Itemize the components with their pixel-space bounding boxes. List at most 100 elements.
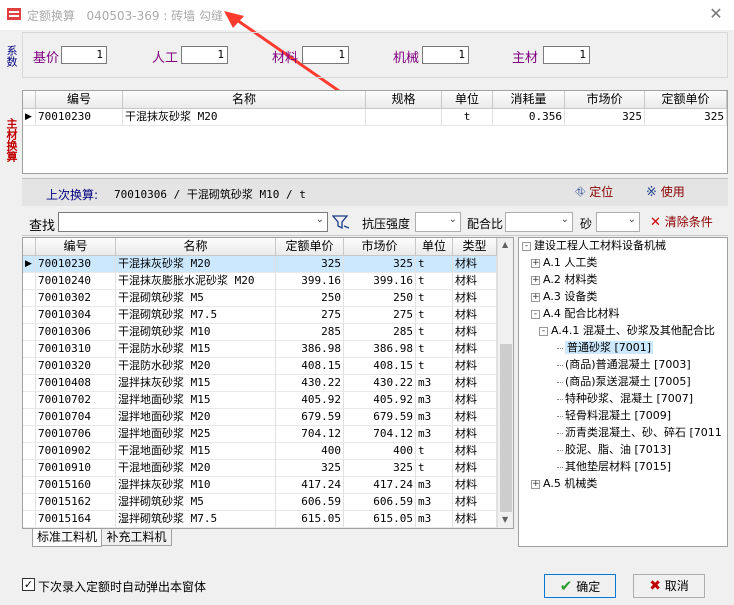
tab-main-material[interactable]: 主材换算 <box>1 115 18 165</box>
cell-quota-price: 679.59 <box>276 409 344 425</box>
header-unit[interactable]: 单位 <box>416 238 453 255</box>
expand-icon[interactable]: + <box>531 292 540 302</box>
header-spec[interactable]: 规格 <box>366 91 442 108</box>
search-label: 查找 <box>29 219 56 234</box>
coef-main-input[interactable]: 1 <box>543 46 590 64</box>
main-grid-corner <box>23 91 36 108</box>
tree-item[interactable]: + A.5 机械类 <box>531 476 597 492</box>
row-selector <box>23 324 36 340</box>
header-name[interactable]: 名称 <box>123 91 366 108</box>
cell-code: 70010320 <box>36 358 116 374</box>
table-row[interactable]: 70010702 湿拌地面砂浆 M15 405.92 405.92 m3 材料 <box>23 392 497 409</box>
coef-labor-input[interactable]: 1 <box>181 46 228 64</box>
cell-market-price: 615.05 <box>344 511 416 527</box>
tree-item[interactable]: 轻骨料混凝土 [7009] <box>557 408 671 424</box>
header-code[interactable]: 编号 <box>36 91 123 108</box>
table-row[interactable]: 70010902 干混地面砂浆 M15 400 400 t 材料 <box>23 443 497 460</box>
table-row[interactable]: ▶ 70010230 干混抹灰砂浆 M20 325 325 t 材料 <box>23 256 497 273</box>
clear-filters-button[interactable]: ✕ 清除条件 <box>650 213 726 231</box>
table-row[interactable]: 70010910 干混地面砂浆 M20 325 325 t 材料 <box>23 460 497 477</box>
chevron-down-icon[interactable]: ⌄ <box>316 214 324 225</box>
table-row[interactable]: 70010306 干混砌筑砂浆 M10 285 285 t 材料 <box>23 324 497 341</box>
cell-type: 材料 <box>453 324 497 340</box>
cancel-button[interactable]: ✖ 取消 <box>633 574 705 598</box>
collapse-icon[interactable]: - <box>539 326 548 336</box>
tree-item[interactable]: 胶泥、脂、油 [7013] <box>557 442 671 458</box>
scroll-thumb[interactable] <box>500 344 512 512</box>
header-unit[interactable]: 单位 <box>442 91 493 108</box>
coef-material-input[interactable]: 1 <box>302 46 349 64</box>
tree-item-label: (商品)泵送混凝土 [7005] <box>565 375 691 388</box>
header-type[interactable]: 类型 <box>453 238 497 255</box>
cell-market-price: 285 <box>344 324 416 340</box>
close-button[interactable]: ✕ <box>706 4 726 24</box>
locate-button[interactable]: ⛗ 定位 <box>575 183 623 201</box>
sand-select[interactable]: ⌄ <box>596 212 640 232</box>
tab-standard-materials[interactable]: 标准工料机 <box>32 529 102 547</box>
app-icon <box>7 8 21 20</box>
expand-icon[interactable]: + <box>531 275 540 285</box>
header-quota-price[interactable]: 定额单价 <box>645 91 727 108</box>
header-name[interactable]: 名称 <box>116 238 276 255</box>
material-grid-header: 编号 名称 定额单价 市场价 单位 类型 <box>23 238 497 256</box>
tree-item[interactable]: (商品)泵送混凝土 [7005] <box>557 374 691 390</box>
table-row[interactable]: 70010408 湿拌抹灰砂浆 M15 430.22 430.22 m3 材料 <box>23 375 497 392</box>
category-tree: - 建设工程人工材料设备机械 + A.1 人工类 + A.2 材料类 + A.3 设备类 - A… <box>518 237 728 547</box>
search-input[interactable]: ⌄ <box>58 212 328 232</box>
table-row[interactable]: 70010704 湿拌地面砂浆 M20 679.59 679.59 m3 材料 <box>23 409 497 426</box>
vertical-scrollbar[interactable]: ▲ ▼ <box>497 238 513 528</box>
cell-unit: m3 <box>416 392 453 408</box>
cell-market-price: 325 <box>344 256 416 272</box>
scroll-down-icon[interactable]: ▼ <box>502 515 508 524</box>
strength-select[interactable]: ⌄ <box>415 212 461 232</box>
coef-machine-input[interactable]: 1 <box>422 46 469 64</box>
table-row[interactable]: 70010706 湿拌地面砂浆 M25 704.12 704.12 m3 材料 <box>23 426 497 443</box>
cancel-label: 取消 <box>664 579 689 593</box>
tab-coefficients[interactable]: 系数 <box>1 42 18 70</box>
header-consumption[interactable]: 消耗量 <box>493 91 565 108</box>
cell-type: 材料 <box>453 392 497 408</box>
scroll-up-icon[interactable]: ▲ <box>502 240 508 249</box>
tree-item[interactable]: + A.2 材料类 <box>531 272 597 288</box>
tree-item[interactable]: 特种砂浆、混凝土 [7007] <box>557 391 693 407</box>
tree-connector <box>557 364 563 366</box>
cell-quota-price: 399.16 <box>276 273 344 289</box>
cell-quota-price: 615.05 <box>276 511 344 527</box>
cell-name: 干混地面砂浆 M15 <box>116 443 276 459</box>
tree-item[interactable]: 沥青类混凝土、砂、碎石 [7011 <box>557 425 722 441</box>
tree-item[interactable]: + A.1 人工类 <box>531 255 597 271</box>
ratio-select[interactable]: ⌄ <box>505 212 573 232</box>
filter-icon[interactable] <box>332 214 350 230</box>
table-row[interactable]: 70010240 干混抹灰膨胀水泥砂浆 M20 399.16 399.16 t 材料 <box>23 273 497 290</box>
tree-item[interactable]: 其他垫层材料 [7015] <box>557 459 671 475</box>
header-market-price[interactable]: 市场价 <box>344 238 416 255</box>
header-code[interactable]: 编号 <box>36 238 116 255</box>
expand-icon[interactable]: + <box>531 479 540 489</box>
ok-button[interactable]: ✔ 确定 <box>544 574 616 598</box>
tree-item[interactable]: - A.4 配合比材料 <box>531 306 619 322</box>
auto-popup-checkbox[interactable]: ✓ <box>22 578 35 591</box>
table-row[interactable]: 70015160 湿拌抹灰砂浆 M10 417.24 417.24 m3 材料 <box>23 477 497 494</box>
table-row[interactable]: 70015162 湿拌砌筑砂浆 M5 606.59 606.59 m3 材料 <box>23 494 497 511</box>
tree-item[interactable]: - A.4.1 混凝土、砂浆及其他配合比 <box>539 323 715 339</box>
tab-supplement-materials[interactable]: 补充工料机 <box>102 529 172 546</box>
table-row[interactable]: 70010302 干混砌筑砂浆 M5 250 250 t 材料 <box>23 290 497 307</box>
collapse-icon[interactable]: - <box>531 309 540 319</box>
tree-item[interactable]: + A.3 设备类 <box>531 289 597 305</box>
checkmark-icon: ✔ <box>559 577 573 595</box>
table-row[interactable]: 70010310 干混防水砂浆 M15 386.98 386.98 t 材料 <box>23 341 497 358</box>
use-button[interactable]: ※ 使用 <box>646 183 694 201</box>
coef-base-label: 基价 <box>33 51 60 66</box>
header-market-price[interactable]: 市场价 <box>565 91 645 108</box>
table-row[interactable]: 70010320 干混防水砂浆 M20 408.15 408.15 t 材料 <box>23 358 497 375</box>
tree-item[interactable]: 普通砂浆 [7001] <box>557 340 654 356</box>
table-row[interactable]: 70010304 干混砌筑砂浆 M7.5 275 275 t 材料 <box>23 307 497 324</box>
tree-item-label: A.1 人工类 <box>543 256 598 269</box>
table-row[interactable]: ▶ 70010230 干混抹灰砂浆 M20 t 0.356 325 325 <box>23 109 727 126</box>
header-quota-price[interactable]: 定额单价 <box>276 238 344 255</box>
tree-item[interactable]: (商品)普通混凝土 [7003] <box>557 357 691 373</box>
cell-spec <box>366 109 442 125</box>
table-row[interactable]: 70015164 湿拌砌筑砂浆 M7.5 615.05 615.05 m3 材料 <box>23 511 497 528</box>
expand-icon[interactable]: + <box>531 258 540 268</box>
coef-base-input[interactable]: 1 <box>61 46 107 64</box>
